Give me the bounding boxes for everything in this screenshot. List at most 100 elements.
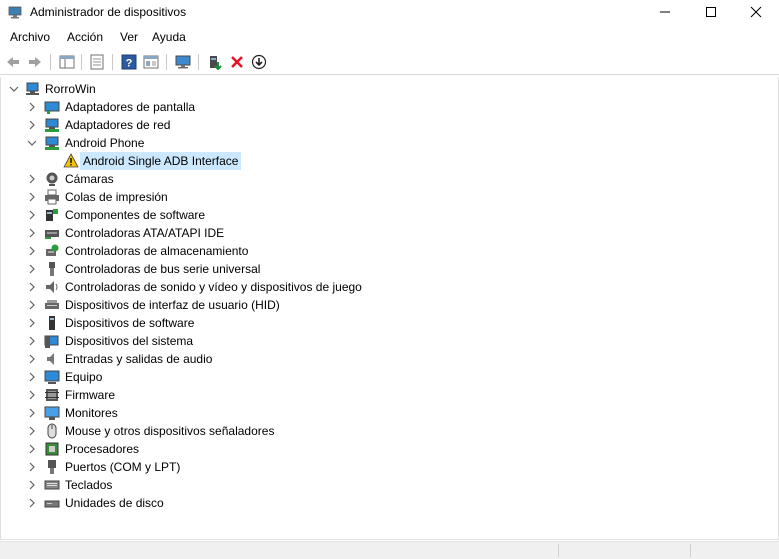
tree-category-ide-controller[interactable]: Controladoras ATA/ATAPI IDE	[1, 224, 776, 242]
properties-pane-button[interactable]	[58, 53, 76, 71]
tree-item-label: Entradas y salidas de audio	[65, 352, 213, 366]
close-button[interactable]	[733, 0, 779, 24]
add-driver-icon	[210, 56, 222, 70]
tree-root[interactable]: RorroWin	[1, 80, 776, 98]
tree-category-android-phone[interactable]: Android Phone	[1, 134, 776, 152]
tree-category-keyboard[interactable]: Teclados	[1, 476, 776, 494]
menu-ver[interactable]: Ver	[120, 30, 138, 44]
android-phone-icon	[44, 135, 60, 151]
warning-icon	[63, 153, 79, 169]
device-manager-app-icon	[8, 6, 22, 19]
toolbar-separator	[166, 54, 167, 70]
tree-item-label: Adaptadores de pantalla	[65, 100, 196, 114]
tree-item-label: Teclados	[65, 478, 113, 492]
tree-category-network-adapter[interactable]: Adaptadores de red	[1, 116, 776, 134]
tree-item-label: Mouse y otros dispositivos señaladores	[65, 424, 275, 438]
minimize-button[interactable]	[642, 0, 688, 24]
tree-category-ports[interactable]: Puertos (COM y LPT)	[1, 458, 776, 476]
tree-category-computer[interactable]: Equipo	[1, 368, 776, 386]
download-driver-button[interactable]	[250, 53, 268, 71]
expand-chevron-icon[interactable]	[27, 282, 37, 292]
tree-item-label: Puertos (COM y LPT)	[65, 460, 181, 474]
expand-chevron-icon[interactable]	[27, 390, 37, 400]
expand-chevron-icon[interactable]	[27, 300, 37, 310]
properties-sheet-button[interactable]	[88, 53, 106, 71]
tree-category-software-component[interactable]: Componentes de software	[1, 206, 776, 224]
ide-controller-icon	[44, 225, 60, 241]
tree-category-display-adapter[interactable]: Adaptadores de pantalla	[1, 98, 776, 116]
menu-accion[interactable]: Acción	[67, 30, 103, 44]
tree-item-label: Colas de impresión	[65, 190, 168, 204]
tree-item-label: Firmware	[65, 388, 115, 402]
tree-item-label: Controladoras de almacenamiento	[65, 244, 249, 258]
scan-hardware-button[interactable]	[174, 53, 192, 71]
tree-category-camera[interactable]: Cámaras	[1, 170, 776, 188]
expand-chevron-icon[interactable]	[27, 480, 37, 490]
tree-category-audio-io[interactable]: Entradas y salidas de audio	[1, 350, 776, 368]
menu-archivo[interactable]: Archivo	[10, 30, 50, 44]
tree-category-system-device[interactable]: Dispositivos del sistema	[1, 332, 776, 350]
monitor-icon	[44, 405, 60, 421]
expand-chevron-icon[interactable]	[27, 498, 37, 508]
expand-chevron-icon[interactable]	[27, 318, 37, 328]
expand-chevron-icon[interactable]	[27, 174, 37, 184]
system-device-icon	[44, 333, 60, 349]
menu-ayuda[interactable]: Ayuda	[152, 30, 186, 44]
forward-button[interactable]	[26, 53, 44, 71]
maximize-button[interactable]	[688, 0, 734, 24]
back-button[interactable]	[4, 53, 22, 71]
mouse-icon	[44, 423, 60, 439]
tree-category-hid-device[interactable]: Dispositivos de interfaz de usuario (HID…	[1, 296, 776, 314]
expand-chevron-icon[interactable]	[27, 102, 37, 112]
display-adapter-icon	[44, 99, 60, 115]
help-button[interactable]: ?	[120, 53, 138, 71]
tree-device-android-adb[interactable]: Android Single ADB Interface	[1, 152, 776, 170]
software-component-icon	[44, 207, 60, 223]
tree-item-label: Adaptadores de red	[65, 118, 171, 132]
expand-chevron-icon[interactable]	[27, 444, 37, 454]
expand-chevron-icon[interactable]	[27, 408, 37, 418]
tree-item-label: Cámaras	[65, 172, 114, 186]
tree-category-software-device[interactable]: Dispositivos de software	[1, 314, 776, 332]
expand-chevron-icon[interactable]	[27, 462, 37, 472]
status-bar	[0, 541, 779, 559]
tree-category-monitor[interactable]: Monitores	[1, 404, 776, 422]
expand-chevron-icon[interactable]	[27, 120, 37, 130]
expand-chevron-icon[interactable]	[27, 336, 37, 346]
expand-chevron-icon[interactable]	[27, 192, 37, 202]
update-view-icon	[143, 55, 159, 69]
tree-category-processor[interactable]: Procesadores	[1, 440, 776, 458]
monitor-scan-icon	[175, 55, 191, 69]
tree-category-disk-drive[interactable]: Unidades de disco	[1, 494, 776, 512]
device-tree[interactable]: RorroWin Adaptadores de pantalla Adaptador…	[0, 77, 779, 540]
expand-chevron-icon[interactable]	[27, 210, 37, 220]
tree-category-firmware[interactable]: Firmware	[1, 386, 776, 404]
update-view-button[interactable]	[142, 53, 160, 71]
title-bar: Administrador de dispositivos	[0, 0, 779, 24]
expand-chevron-icon[interactable]	[27, 372, 37, 382]
tree-item-label: Dispositivos de interfaz de usuario (HID…	[65, 298, 280, 312]
expand-chevron-icon[interactable]	[27, 354, 37, 364]
expand-chevron-icon[interactable]	[27, 426, 37, 436]
tree-item-label: Controladoras de sonido y vídeo y dispos…	[65, 280, 362, 294]
collapse-chevron-icon[interactable]	[27, 138, 37, 148]
tree-category-usb-controller[interactable]: Controladoras de bus serie universal	[1, 260, 776, 278]
expand-chevron-icon[interactable]	[27, 246, 37, 256]
tree-item-label: Android Single ADB Interface	[80, 152, 242, 170]
add-driver-button[interactable]	[206, 53, 224, 71]
tree-item-label: Dispositivos del sistema	[65, 334, 194, 348]
keyboard-icon	[44, 477, 60, 493]
tree-category-mouse[interactable]: Mouse y otros dispositivos señaladores	[1, 422, 776, 440]
uninstall-button[interactable]	[228, 53, 246, 71]
expand-chevron-icon[interactable]	[27, 264, 37, 274]
tree-category-sound-video[interactable]: Controladoras de sonido y vídeo y dispos…	[1, 278, 776, 296]
collapse-chevron-icon[interactable]	[9, 84, 19, 94]
back-arrow-icon	[7, 57, 19, 67]
camera-icon	[44, 171, 60, 187]
tree-category-printer-queue[interactable]: Colas de impresión	[1, 188, 776, 206]
menu-bar: Archivo Acción Ver Ayuda	[0, 28, 779, 48]
network-adapter-icon	[44, 117, 60, 133]
expand-chevron-icon[interactable]	[27, 228, 37, 238]
printer-queue-icon	[44, 189, 60, 205]
tree-category-storage-controller[interactable]: Controladoras de almacenamiento	[1, 242, 776, 260]
